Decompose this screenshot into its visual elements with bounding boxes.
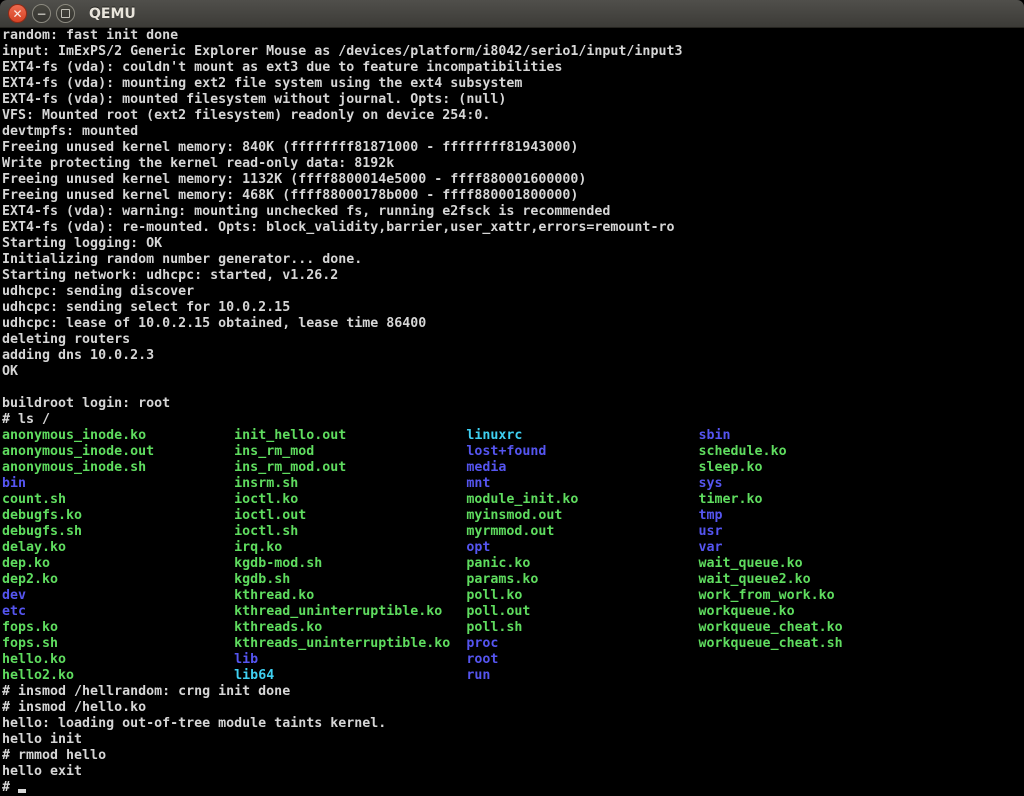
terminal-line: dep2.ko kgdb.sh params.ko wait_queue2.ko	[2, 572, 1024, 588]
terminal-line: hello init	[2, 732, 1024, 748]
terminal-line: delay.ko irq.ko opt var	[2, 540, 1024, 556]
terminal-line: # insmod /hellrandom: crng init done	[2, 684, 1024, 700]
qemu-window: ✕ − QEMU random: fast init doneinput: Im…	[0, 0, 1024, 796]
terminal-line: dep.ko kgdb-mod.sh panic.ko wait_queue.k…	[2, 556, 1024, 572]
terminal-line: anonymous_inode.sh ins_rm_mod.out media …	[2, 460, 1024, 476]
terminal-line: debugfs.sh ioctl.sh myrmmod.out usr	[2, 524, 1024, 540]
terminal-line: hello exit	[2, 764, 1024, 780]
terminal-line	[2, 380, 1024, 396]
terminal-line: Freeing unused kernel memory: 1132K (fff…	[2, 172, 1024, 188]
terminal-line: EXT4-fs (vda): mounting ext2 file system…	[2, 76, 1024, 92]
terminal-line: fops.ko kthreads.ko poll.sh workqueue_ch…	[2, 620, 1024, 636]
terminal-line: input: ImExPS/2 Generic Explorer Mouse a…	[2, 44, 1024, 60]
terminal-cursor	[18, 789, 26, 793]
titlebar[interactable]: ✕ − QEMU	[0, 0, 1024, 28]
terminal-screen[interactable]: random: fast init doneinput: ImExPS/2 Ge…	[0, 28, 1024, 796]
terminal-line: udhcpc: sending select for 10.0.2.15	[2, 300, 1024, 316]
terminal-line: EXT4-fs (vda): warning: mounting uncheck…	[2, 204, 1024, 220]
terminal-line: EXT4-fs (vda): couldn't mount as ext3 du…	[2, 60, 1024, 76]
terminal-line: Freeing unused kernel memory: 840K (ffff…	[2, 140, 1024, 156]
terminal-line: #	[2, 780, 1024, 796]
terminal-line: hello2.ko lib64 run	[2, 668, 1024, 684]
terminal-line: VFS: Mounted root (ext2 filesystem) read…	[2, 108, 1024, 124]
terminal-line: anonymous_inode.out ins_rm_mod lost+foun…	[2, 444, 1024, 460]
window-title: QEMU	[89, 6, 136, 22]
minimize-button[interactable]: −	[32, 4, 51, 23]
terminal-line: bin insrm.sh mnt sys	[2, 476, 1024, 492]
terminal-line: EXT4-fs (vda): mounted filesystem withou…	[2, 92, 1024, 108]
terminal-line: Freeing unused kernel memory: 468K (ffff…	[2, 188, 1024, 204]
terminal-line: udhcpc: lease of 10.0.2.15 obtained, lea…	[2, 316, 1024, 332]
terminal-line: Initializing random number generator... …	[2, 252, 1024, 268]
terminal-output: random: fast init doneinput: ImExPS/2 Ge…	[2, 28, 1024, 796]
terminal-line: hello: loading out-of-tree module taints…	[2, 716, 1024, 732]
terminal-line: etc kthread_uninterruptible.ko poll.out …	[2, 604, 1024, 620]
terminal-line: random: fast init done	[2, 28, 1024, 44]
terminal-line: devtmpfs: mounted	[2, 124, 1024, 140]
terminal-line: Starting logging: OK	[2, 236, 1024, 252]
terminal-line: Write protecting the kernel read-only da…	[2, 156, 1024, 172]
terminal-line: # insmod /hello.ko	[2, 700, 1024, 716]
terminal-line: Starting network: udhcpc: started, v1.26…	[2, 268, 1024, 284]
close-icon: ✕	[12, 8, 22, 20]
maximize-button[interactable]	[56, 4, 75, 23]
terminal-line: debugfs.ko ioctl.out myinsmod.out tmp	[2, 508, 1024, 524]
terminal-line: fops.sh kthreads_uninterruptible.ko proc…	[2, 636, 1024, 652]
terminal-line: EXT4-fs (vda): re-mounted. Opts: block_v…	[2, 220, 1024, 236]
maximize-icon	[61, 9, 70, 18]
terminal-line: buildroot login: root	[2, 396, 1024, 412]
terminal-line: # ls /	[2, 412, 1024, 428]
terminal-line: deleting routers	[2, 332, 1024, 348]
terminal-line: hello.ko lib root	[2, 652, 1024, 668]
terminal-line: count.sh ioctl.ko module_init.ko timer.k…	[2, 492, 1024, 508]
terminal-line: # rmmod hello	[2, 748, 1024, 764]
terminal-line: OK	[2, 364, 1024, 380]
terminal-line: anonymous_inode.ko init_hello.out linuxr…	[2, 428, 1024, 444]
terminal-line: dev kthread.ko poll.ko work_from_work.ko	[2, 588, 1024, 604]
terminal-line: udhcpc: sending discover	[2, 284, 1024, 300]
terminal-line: adding dns 10.0.2.3	[2, 348, 1024, 364]
minimize-icon: −	[36, 8, 46, 20]
close-button[interactable]: ✕	[8, 4, 27, 23]
